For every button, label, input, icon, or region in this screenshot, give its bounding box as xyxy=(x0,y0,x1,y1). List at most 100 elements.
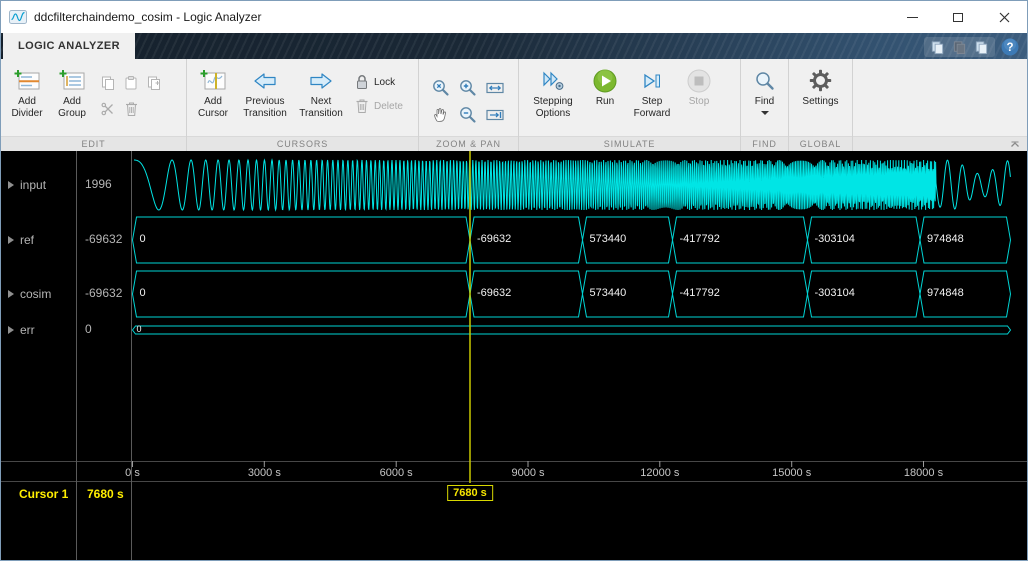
run-button[interactable]: Run xyxy=(584,62,626,108)
expand-arrow-icon[interactable] xyxy=(8,290,14,298)
layers-icon[interactable] xyxy=(974,40,989,55)
settings-button[interactable]: Settings xyxy=(795,62,847,108)
section-label-find: FIND xyxy=(741,136,788,151)
cosim-bus-waveform xyxy=(133,271,1011,317)
collapse-toolstrip-icon xyxy=(1009,139,1021,149)
next-transition-button[interactable]: Next Transition xyxy=(294,62,348,120)
ref-bus-waveform xyxy=(133,217,1011,263)
bus-value-label: -303104 xyxy=(814,233,854,245)
zoom-in-x-button[interactable] xyxy=(428,75,454,101)
zoom-to-cursor-button[interactable] xyxy=(482,102,508,128)
pan-button[interactable] xyxy=(428,102,454,128)
expand-arrow-icon[interactable] xyxy=(8,326,14,334)
paste-button xyxy=(120,70,142,95)
section-label-edit: EDIT xyxy=(1,136,186,151)
step-forward-button[interactable]: Step Forward xyxy=(626,62,678,120)
help-button[interactable]: ? xyxy=(1001,38,1019,56)
next-transition-label: Next Transition xyxy=(294,96,348,120)
stop-button: Stop xyxy=(678,62,720,108)
signal-row-input[interactable]: input xyxy=(8,177,46,193)
pages-icon[interactable] xyxy=(930,40,945,55)
lock-cursor-label: Lock xyxy=(374,77,395,88)
zoom-out-button[interactable] xyxy=(455,102,481,128)
bus-value-label: -417792 xyxy=(679,287,719,299)
section-filler xyxy=(853,59,1027,151)
waveform-canvas[interactable] xyxy=(1,151,1028,561)
bus-value-label: -303104 xyxy=(814,287,854,299)
close-button[interactable] xyxy=(981,1,1027,33)
run-label: Run xyxy=(596,96,614,108)
find-dropdown-icon xyxy=(761,111,769,115)
cursor-time-flag[interactable]: 7680 s xyxy=(447,485,493,501)
signal-name: input xyxy=(20,178,46,192)
find-button[interactable]: Find xyxy=(745,62,785,115)
signal-value-ref: -69632 xyxy=(85,232,122,248)
add-divider-icon xyxy=(14,67,40,94)
trash-icon xyxy=(124,101,139,117)
axis-tick-label: 12000 s xyxy=(640,467,679,479)
expand-arrow-icon[interactable] xyxy=(8,236,14,244)
zoom-in-icon xyxy=(458,78,478,98)
axis-tick-label: 3000 s xyxy=(248,467,281,479)
expand-arrow-icon[interactable] xyxy=(8,181,14,189)
signal-row-ref[interactable]: ref xyxy=(8,232,34,248)
bus-value-label: -417792 xyxy=(679,233,719,245)
waveform-layer xyxy=(1,151,1028,561)
collapse-toolstrip-button[interactable] xyxy=(1009,139,1021,149)
section-global: Settings GLOBAL xyxy=(789,59,853,151)
add-group-icon xyxy=(59,67,85,94)
help-icon: ? xyxy=(1001,38,1019,56)
maximize-button[interactable] xyxy=(935,1,981,33)
bus-value-label: -69632 xyxy=(477,233,511,245)
logic-analyzer-window: ddcfilterchaindemo_cosim - Logic Analyze… xyxy=(0,0,1028,561)
next-transition-icon xyxy=(308,67,334,94)
previous-transition-label: Previous Transition xyxy=(236,96,294,120)
signal-row-err[interactable]: err xyxy=(8,322,35,338)
find-icon xyxy=(754,67,776,94)
pages-icon-disabled xyxy=(952,40,967,55)
signal-value-err: 0 xyxy=(85,322,92,338)
window-title: ddcfilterchaindemo_cosim - Logic Analyze… xyxy=(34,10,261,24)
add-divider-button[interactable]: Add Divider xyxy=(4,62,50,120)
copy-button xyxy=(97,70,119,95)
axis-tick-label: 0 s xyxy=(125,467,140,479)
lock-cursor-button[interactable]: Lock xyxy=(355,74,403,90)
minimize-button[interactable] xyxy=(889,1,935,33)
signal-value-input: 1996 xyxy=(85,177,112,193)
delete-cursor-button: Delete xyxy=(355,98,403,114)
cut-button xyxy=(97,96,119,121)
add-group-button[interactable]: Add Group xyxy=(50,62,94,120)
cursor-time-value: 7680 s xyxy=(87,487,124,501)
stepping-options-button[interactable]: Stepping Options xyxy=(522,62,584,120)
bus-value-label: 0 xyxy=(140,287,146,299)
maximize-icon xyxy=(953,13,963,22)
previous-transition-button[interactable]: Previous Transition xyxy=(236,62,294,120)
err-bus-waveform xyxy=(133,326,1011,334)
bus-value-label: 0 xyxy=(137,324,142,334)
bus-value-label: 573440 xyxy=(589,287,626,299)
add-cursor-button[interactable]: Add Cursor xyxy=(190,62,236,120)
zoom-in-button[interactable] xyxy=(455,75,481,101)
section-edit: Add Divider Add Group xyxy=(1,59,187,151)
signal-name: err xyxy=(20,323,35,337)
add-group-label: Add Group xyxy=(50,96,94,120)
duplicate-button xyxy=(143,70,165,95)
tab-logic-analyzer[interactable]: LOGIC ANALYZER xyxy=(3,33,135,59)
waveform-display: input ref cosim err 1996 -69632 -69632 0… xyxy=(1,151,1027,561)
paste-icon xyxy=(123,75,139,91)
trash-icon xyxy=(355,98,369,114)
input-waveform xyxy=(134,160,1010,210)
bus-value-label: 974848 xyxy=(927,233,964,245)
signal-row-cosim[interactable]: cosim xyxy=(8,286,51,302)
add-cursor-label: Add Cursor xyxy=(190,96,236,120)
bus-value-label: 974848 xyxy=(927,287,964,299)
cursor-name-label[interactable]: Cursor 1 xyxy=(19,487,68,501)
add-cursor-icon xyxy=(200,67,226,94)
previous-transition-icon xyxy=(252,67,278,94)
fit-to-view-button[interactable] xyxy=(482,75,508,101)
step-forward-icon xyxy=(639,67,665,94)
bus-value-label: 573440 xyxy=(589,233,626,245)
fit-to-view-icon xyxy=(485,78,505,98)
section-label-cursors: CURSORS xyxy=(187,136,418,151)
stop-icon xyxy=(686,67,712,94)
